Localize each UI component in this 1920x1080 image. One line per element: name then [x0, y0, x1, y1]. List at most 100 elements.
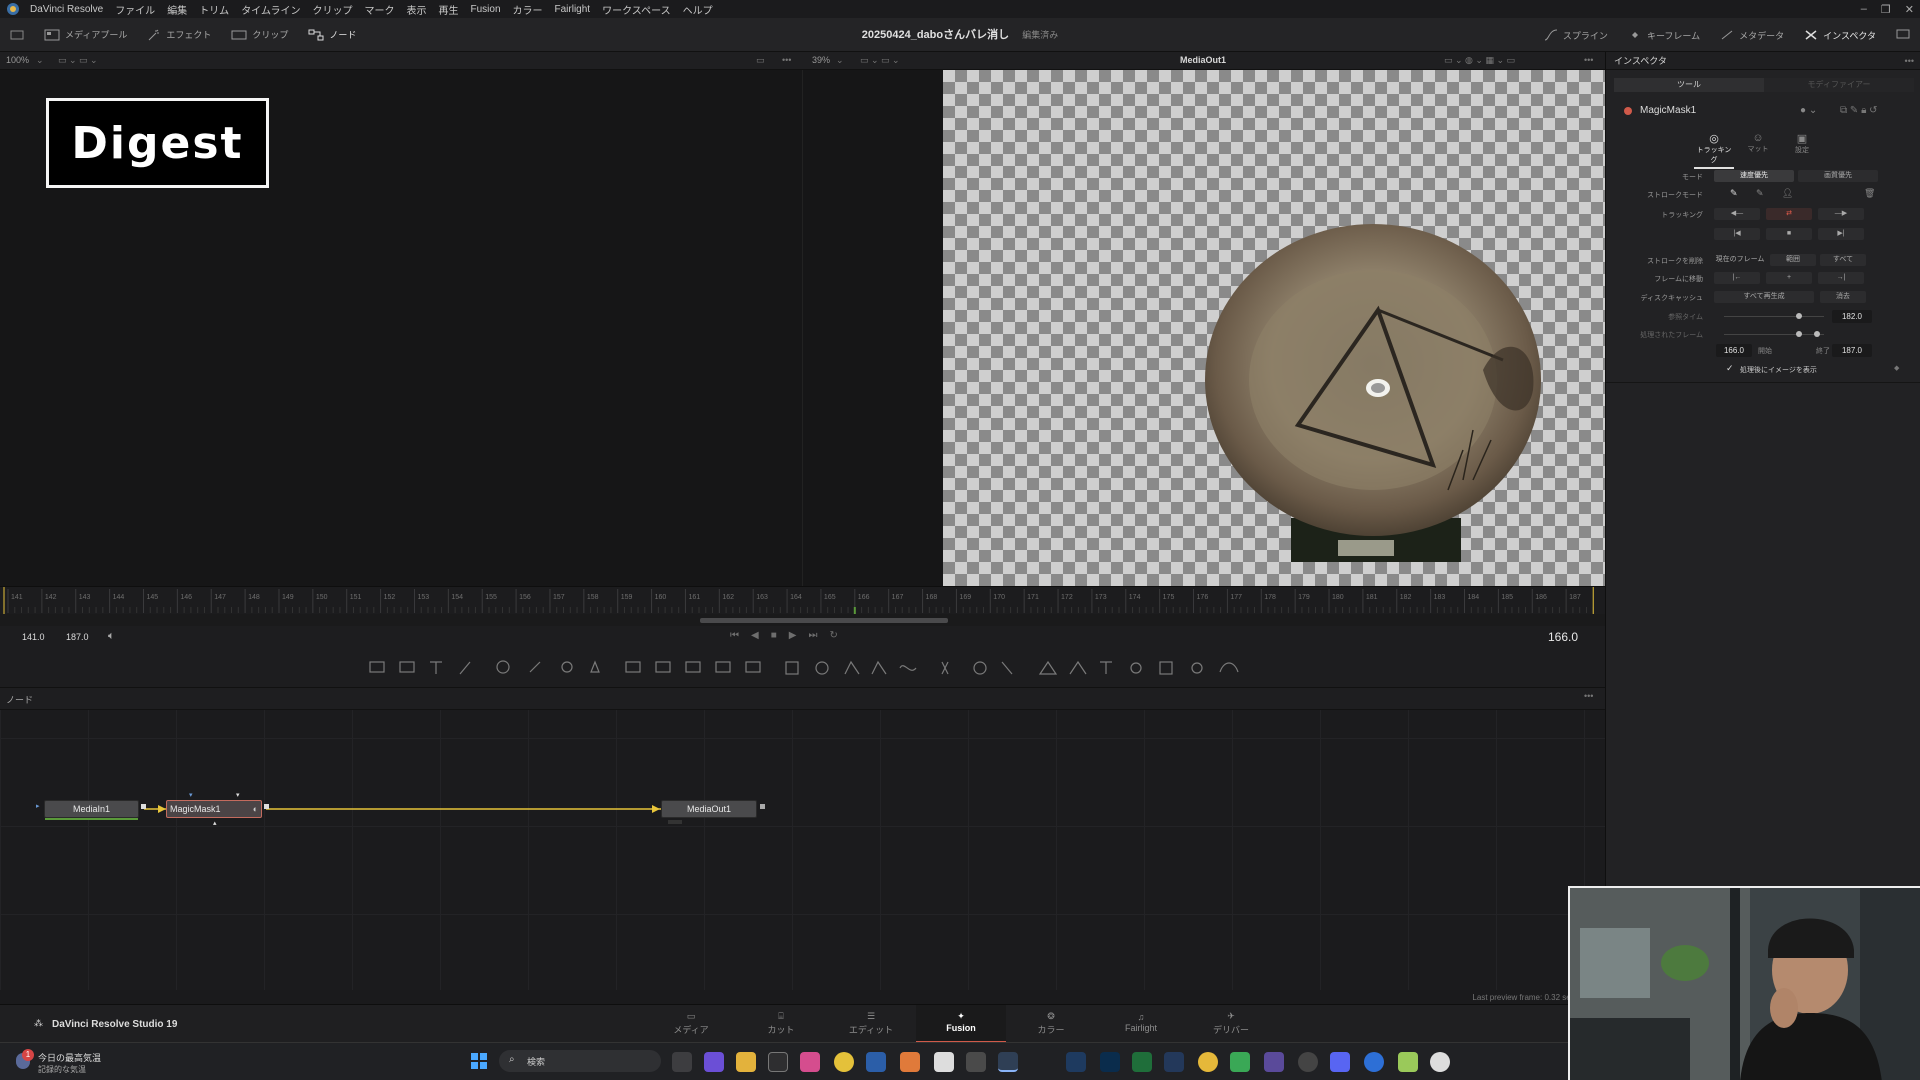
menu-color[interactable]: カラー: [507, 2, 549, 17]
tool-enable-dot[interactable]: [1624, 107, 1632, 115]
app-icon-lime[interactable]: [1398, 1052, 1418, 1072]
delete-current-button[interactable]: 現在のフレーム: [1714, 254, 1766, 266]
app-icon-purple[interactable]: [1264, 1052, 1284, 1072]
photoshop-icon[interactable]: [1100, 1052, 1120, 1072]
node-mask-input-icon[interactable]: ▾: [189, 791, 193, 799]
node-output-port[interactable]: [760, 804, 765, 809]
app-icon-fc[interactable]: [1164, 1052, 1184, 1072]
menu-trim[interactable]: トリム: [193, 2, 235, 17]
skip-start-icon[interactable]: ⏮: [730, 630, 739, 641]
stroke-add-icon[interactable]: ✎: [1730, 188, 1738, 199]
page-tab-edit[interactable]: ☰ エディット: [826, 1005, 916, 1043]
metadata-button[interactable]: メタデータ: [1710, 18, 1794, 52]
range-start-handle[interactable]: [1796, 331, 1802, 337]
page-tab-media[interactable]: ▭ メディア: [646, 1005, 736, 1043]
panel-toggle-button[interactable]: [0, 18, 34, 52]
photos-icon[interactable]: [800, 1052, 820, 1072]
node-mediain1[interactable]: MediaIn1: [44, 800, 139, 820]
processed-range-track[interactable]: [1724, 334, 1824, 335]
node-input-icon[interactable]: ▸: [36, 802, 40, 810]
node-editor-canvas[interactable]: MediaIn1 ▸ MagicMask1 ◐ ▾ ▾ ▴ MediaOut1: [0, 710, 1605, 990]
track-one-forward-button[interactable]: ▶|: [1818, 228, 1864, 240]
node-output-arrow-icon[interactable]: ▴: [213, 819, 217, 827]
keyframes-button[interactable]: キーフレーム: [1618, 18, 1710, 52]
app-icon-circle[interactable]: [1298, 1052, 1318, 1072]
app-icon-yellow[interactable]: [1198, 1052, 1218, 1072]
viewer-tools-icon[interactable]: ▭ ⌄ ◍ ⌄ ▦ ⌄ ▭: [1444, 55, 1515, 66]
more-options-icon[interactable]: •••: [1584, 55, 1593, 65]
menu-mark[interactable]: マーク: [359, 2, 401, 17]
viewer-options-icon[interactable]: ▭ ⌄ ▭ ⌄: [860, 55, 900, 66]
app-icon-orange[interactable]: [900, 1052, 920, 1072]
chevron-down-icon[interactable]: ⌄: [836, 55, 844, 66]
left-zoom-dropdown[interactable]: 100%: [6, 55, 29, 65]
app-icon-blue[interactable]: [866, 1052, 886, 1072]
range-start-field[interactable]: 166.0: [1716, 344, 1752, 357]
app-icon-white[interactable]: [934, 1052, 954, 1072]
current-frame[interactable]: 166.0: [1548, 630, 1578, 644]
delete-all-button[interactable]: すべて: [1820, 254, 1866, 266]
ref-time-value[interactable]: 182.0: [1832, 310, 1872, 323]
page-tab-deliver[interactable]: ✈︎ デリバー: [1186, 1005, 1276, 1043]
right-zoom-dropdown[interactable]: 39%: [812, 55, 830, 65]
copilot-icon[interactable]: [704, 1052, 724, 1072]
ref-time-slider-track[interactable]: [1724, 316, 1824, 317]
media-pool-button[interactable]: メディアプール: [34, 18, 137, 52]
end-frame[interactable]: 187.0: [66, 632, 89, 642]
task-view-icon[interactable]: [672, 1052, 692, 1072]
chrome-icon[interactable]: [834, 1052, 854, 1072]
left-viewer-layout-icon[interactable]: ▭: [756, 55, 765, 66]
taskbar-search-box[interactable]: ⌕ 検索: [499, 1050, 661, 1072]
speaker-icon[interactable]: 🔈︎: [108, 630, 115, 643]
track-both-button[interactable]: ⇄: [1766, 208, 1812, 220]
clear-cache-button[interactable]: 消去: [1820, 291, 1866, 303]
skip-end-icon[interactable]: ⏭: [808, 630, 817, 641]
node-output-port[interactable]: [141, 804, 146, 809]
tab-tools[interactable]: ツール: [1614, 78, 1764, 92]
davinci-taskbar-icon[interactable]: [998, 1052, 1018, 1072]
menu-help[interactable]: ヘルプ: [677, 2, 719, 17]
track-one-back-button[interactable]: |◀: [1714, 228, 1760, 240]
shield-icon[interactable]: [1132, 1052, 1152, 1072]
weather-line1[interactable]: 今日の最高気温: [38, 1051, 101, 1064]
start-frame[interactable]: 141.0: [22, 632, 45, 642]
menu-app[interactable]: DaVinci Resolve: [24, 4, 109, 15]
node-mediaout1[interactable]: MediaOut1: [661, 800, 757, 818]
trash-icon[interactable]: 🗑︎: [1864, 188, 1875, 199]
menu-edit[interactable]: 編集: [161, 2, 193, 17]
node-magicmask1[interactable]: MagicMask1 ◐: [166, 800, 262, 818]
nodes-button[interactable]: ノード: [298, 18, 366, 52]
menu-view[interactable]: 表示: [401, 2, 433, 17]
lightroom-icon[interactable]: [1066, 1052, 1086, 1072]
page-tab-fairlight[interactable]: ♫ Fairlight: [1096, 1005, 1186, 1043]
clips-button[interactable]: クリップ: [221, 18, 298, 52]
spline-button[interactable]: スプライン: [1534, 18, 1618, 52]
minimize-icon[interactable]: –: [1861, 3, 1867, 15]
subtab-matte[interactable]: ☺︎ マット: [1738, 132, 1778, 154]
track-backward-button[interactable]: ◀—: [1714, 208, 1760, 220]
play-icon[interactable]: ▶: [789, 630, 797, 641]
goto-next-button[interactable]: →|: [1818, 272, 1864, 284]
menu-clip[interactable]: クリップ: [307, 2, 359, 17]
restore-icon[interactable]: ❐: [1881, 3, 1891, 16]
keyframe-diamond-icon[interactable]: ◆: [1894, 364, 1899, 372]
stroke-person-icon[interactable]: 👤︎: [1782, 188, 1793, 199]
menu-fairlight[interactable]: Fairlight: [549, 4, 597, 15]
more-options-icon[interactable]: •••: [782, 55, 791, 65]
more-options-icon[interactable]: •••: [1584, 691, 1593, 701]
range-end-handle[interactable]: [1814, 331, 1820, 337]
chevron-down-icon[interactable]: ⌄: [36, 55, 44, 66]
viewer-options-icon[interactable]: ▭ ⌄ ▭ ⌄: [58, 55, 98, 66]
close-icon[interactable]: ✕: [1905, 3, 1914, 16]
file-explorer-icon[interactable]: [736, 1052, 756, 1072]
track-forward-button[interactable]: —▶: [1818, 208, 1864, 220]
more-options-icon[interactable]: •••: [1905, 52, 1914, 70]
store-icon[interactable]: [768, 1052, 788, 1072]
loop-icon[interactable]: ↻: [829, 630, 837, 641]
regen-all-button[interactable]: すべて再生成: [1714, 291, 1814, 303]
play-reverse-icon[interactable]: ◀: [751, 630, 759, 641]
right-viewer[interactable]: [943, 70, 1605, 586]
time-ruler[interactable]: 141 142 143 144 145 146 147 148 149 150 151 152 153 1…: [0, 586, 1605, 615]
stop-icon[interactable]: ■: [771, 630, 777, 641]
stroke-subtract-icon[interactable]: ✎: [1756, 188, 1764, 199]
